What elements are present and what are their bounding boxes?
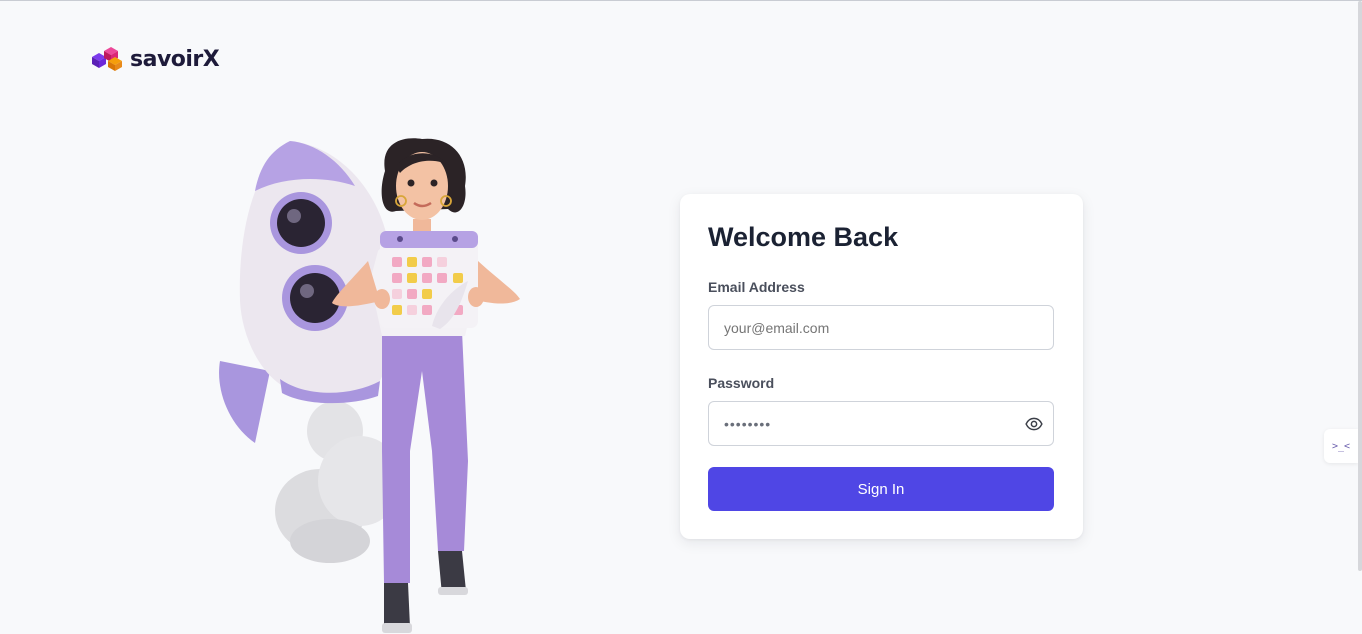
scrollbar[interactable]	[1358, 1, 1362, 571]
page-title: Welcome Back	[708, 222, 899, 252]
code-chevrons-icon[interactable]: >_<	[1324, 429, 1358, 463]
calendar-illustration	[380, 231, 478, 329]
email-input[interactable]	[708, 305, 1054, 350]
email-label: Email Address	[708, 279, 805, 295]
login-page: savoirX Welcome Back Email Address your@…	[0, 0, 1362, 634]
password-label: Password	[708, 375, 775, 391]
password-value: ••••••••	[724, 415, 772, 432]
sign-in-button[interactable]: Sign In	[708, 467, 1054, 511]
cube-cluster-icon	[92, 47, 122, 71]
rocket-woman-illustration	[219, 138, 520, 633]
brand-name: savoirX	[130, 46, 220, 72]
side-widget-glyph: >_<	[1331, 440, 1351, 452]
eye-icon[interactable]	[1025, 415, 1043, 433]
brand-logo[interactable]: savoirX	[90, 45, 220, 73]
login-card: Welcome Back Email Address Password ••••…	[680, 194, 1083, 539]
password-input[interactable]: ••••••••	[708, 401, 1054, 446]
